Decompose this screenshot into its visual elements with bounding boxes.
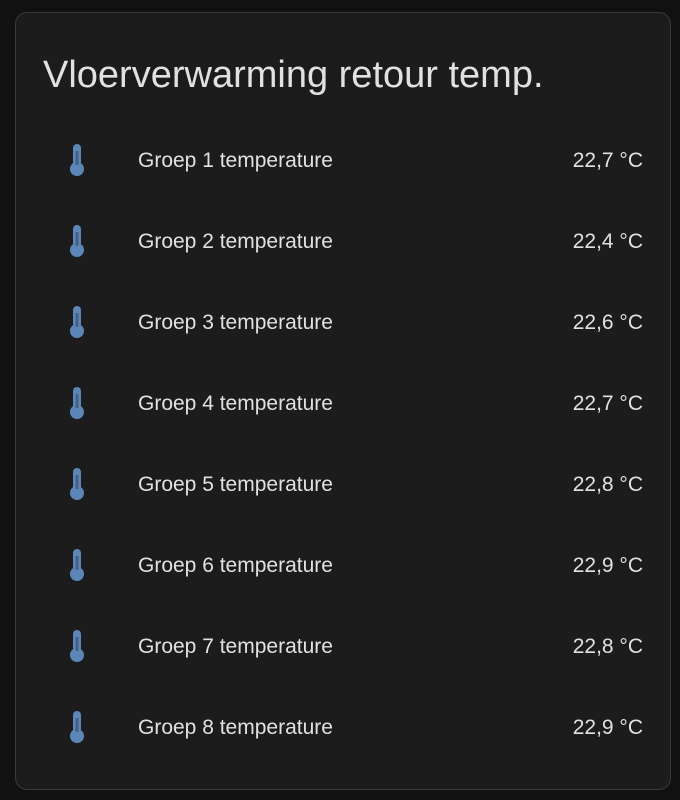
entity-name: Groep 4 temperature xyxy=(138,392,333,415)
entity-name: Groep 6 temperature xyxy=(138,554,333,577)
entity-row[interactable]: Groep 4 temperature 22,7 °C xyxy=(16,363,670,444)
thermometer-icon xyxy=(65,466,89,502)
entity-state: 22,9 °C xyxy=(572,554,643,577)
entity-name: Groep 8 temperature xyxy=(138,716,333,739)
entity-row[interactable]: Groep 6 temperature 22,9 °C xyxy=(16,525,670,606)
entity-name: Groep 1 temperature xyxy=(138,149,333,172)
entity-state: 22,8 °C xyxy=(572,473,643,496)
entity-state: 22,4 °C xyxy=(572,230,643,253)
entity-state: 22,9 °C xyxy=(572,716,643,739)
entity-name: Groep 2 temperature xyxy=(138,230,333,253)
entity-state: 22,7 °C xyxy=(572,149,643,172)
entity-state: 22,8 °C xyxy=(572,635,643,658)
entity-row[interactable]: Groep 5 temperature 22,8 °C xyxy=(16,444,670,525)
entity-row[interactable]: Groep 7 temperature 22,8 °C xyxy=(16,606,670,687)
entity-name: Groep 7 temperature xyxy=(138,635,333,658)
entity-row[interactable]: Groep 8 temperature 22,9 °C xyxy=(16,687,670,768)
entity-name: Groep 5 temperature xyxy=(138,473,333,496)
thermometer-icon xyxy=(65,628,89,664)
entity-row[interactable]: Groep 3 temperature 22,6 °C xyxy=(16,282,670,363)
entity-row[interactable]: Groep 2 temperature 22,4 °C xyxy=(16,201,670,282)
entity-row[interactable]: Groep 1 temperature 22,7 °C xyxy=(16,120,670,201)
entity-list: Groep 1 temperature 22,7 °C Groep 2 temper… xyxy=(16,120,670,768)
thermometer-icon xyxy=(65,142,89,178)
entity-name: Groep 3 temperature xyxy=(138,311,333,334)
thermometer-icon xyxy=(65,223,89,259)
entities-card: Vloerverwarming retour temp. Groep 1 tem… xyxy=(15,12,671,790)
dashboard-page: Vloerverwarming retour temp. Groep 1 tem… xyxy=(0,0,680,800)
card-title: Vloerverwarming retour temp. xyxy=(43,54,544,96)
entity-state: 22,7 °C xyxy=(572,392,643,415)
thermometer-icon xyxy=(65,547,89,583)
entity-state: 22,6 °C xyxy=(572,311,643,334)
thermometer-icon xyxy=(65,709,89,745)
thermometer-icon xyxy=(65,304,89,340)
thermometer-icon xyxy=(65,385,89,421)
